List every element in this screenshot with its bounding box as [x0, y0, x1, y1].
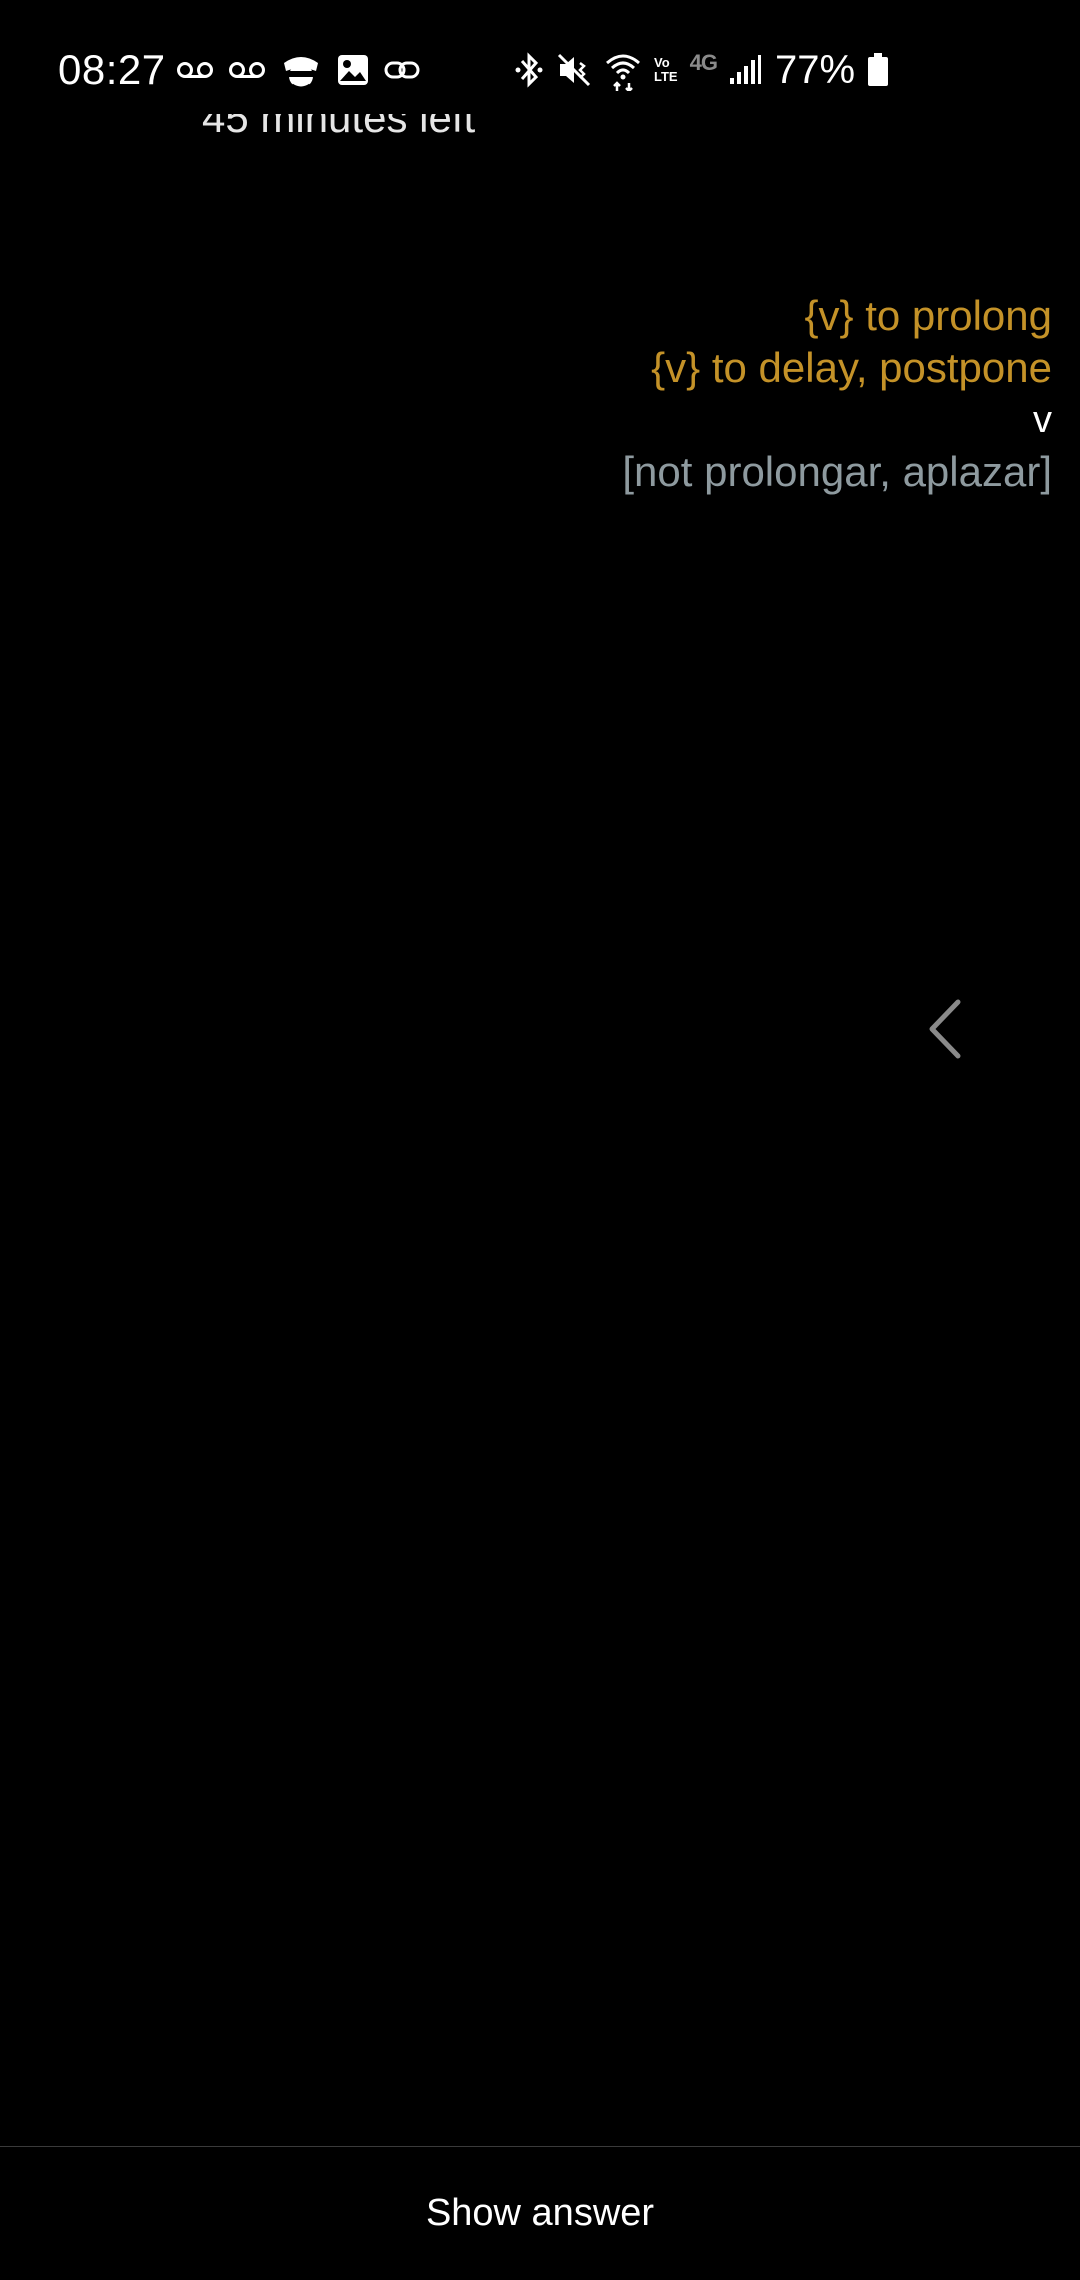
signal-icon	[729, 54, 761, 86]
voicemail-icon	[176, 60, 214, 80]
volte-top-label: Vo	[654, 55, 670, 70]
system-icons: Vo LTE 4G 77%	[514, 48, 889, 92]
bluetooth-icon	[514, 51, 544, 89]
show-answer-button[interactable]: Show answer	[0, 2147, 1080, 2280]
battery-percent: 77%	[774, 48, 856, 92]
notification-icons	[176, 48, 420, 92]
card-note: [not prolongar, aplazar]	[622, 448, 1052, 495]
image-icon	[336, 53, 370, 87]
flashcard-front: {v} to prolong {v} to delay, postpone v …	[152, 290, 1052, 498]
status-bar: 08:27 Vo LTE 4G 77%	[0, 0, 1080, 140]
battery-icon	[867, 53, 889, 87]
card-part-of-speech: v	[1033, 399, 1052, 441]
volte-bottom-label: LTE	[654, 69, 678, 84]
card-meaning-1: {v} to prolong	[804, 292, 1052, 339]
voicemail-icon	[228, 60, 266, 80]
vibrate-mute-icon	[556, 51, 592, 89]
volte-icon: Vo LTE	[654, 56, 678, 84]
network-4g-icon: 4G	[689, 50, 718, 75]
app-notification-icon	[280, 49, 322, 91]
status-time: 08:27	[58, 46, 166, 93]
link-icon	[384, 59, 420, 81]
bottom-action-bar: Show answer	[0, 2146, 1080, 2280]
chevron-left-icon[interactable]	[922, 996, 968, 1062]
wifi-icon	[604, 49, 642, 91]
card-meaning-2: {v} to delay, postpone	[651, 344, 1052, 391]
